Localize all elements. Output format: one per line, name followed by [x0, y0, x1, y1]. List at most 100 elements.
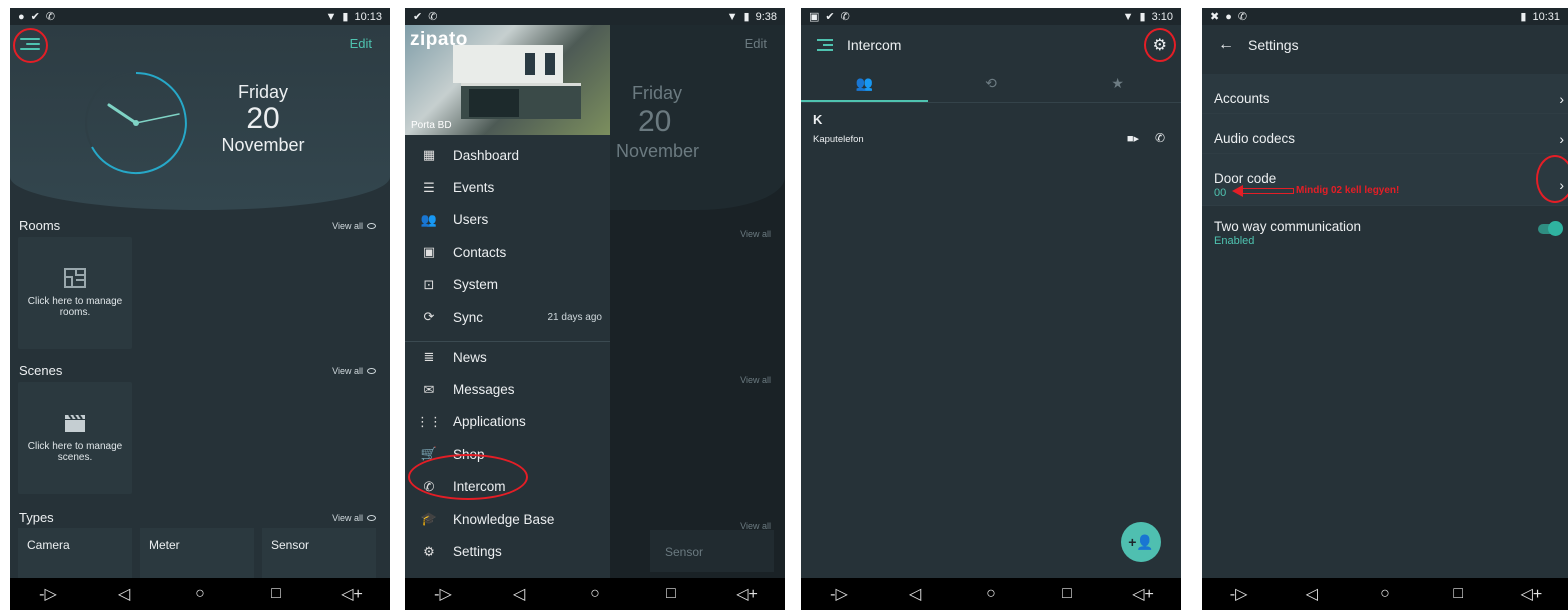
- menu-item-users[interactable]: 👥 Users: [405, 204, 610, 236]
- rooms-view-all[interactable]: View all: [332, 221, 376, 231]
- status-bar: ▣ ✔ ✆ ▼ ▮ 3:10: [801, 8, 1181, 25]
- tab-history[interactable]: ⟲: [928, 65, 1055, 102]
- volume-up-icon[interactable]: ◁+: [332, 584, 372, 604]
- rooms-card[interactable]: Click here to manage rooms.: [18, 237, 132, 349]
- home-icon[interactable]: ○: [575, 585, 615, 603]
- close-icon: ✖: [1210, 11, 1220, 23]
- menu-item-intercom[interactable]: ✆ Intercom: [405, 471, 610, 503]
- menu-item-dashboard[interactable]: ▦ Dashboard: [405, 139, 610, 171]
- settings-row-audio-codecs[interactable]: Audio codecs ›: [1202, 114, 1568, 154]
- ghost-weekday: Friday: [632, 83, 683, 103]
- menu-item-contacts[interactable]: ▣ Contacts: [405, 236, 610, 268]
- page-title: Settings: [1248, 37, 1299, 53]
- status-time: 10:31: [1532, 10, 1560, 23]
- wifi-icon: ▼: [726, 10, 738, 23]
- type-camera[interactable]: Camera: [18, 528, 132, 578]
- battery-icon: ▮: [1139, 11, 1146, 23]
- menu-item-events[interactable]: ☰ Events: [405, 171, 610, 203]
- recents-icon[interactable]: □: [256, 585, 296, 603]
- menu-item-messages[interactable]: ✉ Messages: [405, 373, 610, 405]
- navigation-drawer: zipato Porta BD ▦ Dashboard ☰ Events 👥 User…: [405, 25, 610, 578]
- menu-label: Dashboard: [453, 147, 520, 163]
- analog-clock: [85, 72, 187, 174]
- recents-icon[interactable]: □: [1047, 585, 1087, 603]
- volume-up-icon[interactable]: ◁+: [727, 584, 767, 604]
- menu-item-settings[interactable]: ⚙ Settings: [405, 535, 610, 567]
- settings-row-door-code[interactable]: Door code 00 ›: [1202, 154, 1568, 206]
- call-icon: ✆: [45, 11, 56, 23]
- menu-label: Settings: [453, 544, 502, 560]
- menu-label: Intercom: [453, 479, 506, 495]
- menu-label: Knowledge Base: [453, 511, 555, 527]
- contact-name[interactable]: Kaputelefon: [813, 134, 864, 145]
- back-icon[interactable]: ◁: [104, 584, 144, 604]
- status-time: 9:38: [755, 10, 777, 23]
- mail-icon: ✉: [423, 381, 435, 397]
- add-contact-button[interactable]: +👤: [1121, 522, 1161, 562]
- home-icon[interactable]: ○: [1365, 585, 1405, 603]
- menu-label: Messages: [453, 382, 515, 398]
- scenes-card-text: Click here to manage scenes.: [27, 441, 123, 463]
- settings-screen: ✖ ● ✆ ▮ 10:31 ← Settings Accounts › Audio c…: [1202, 8, 1568, 610]
- ghost-day: 20: [638, 105, 672, 138]
- cart-icon: 🛒: [420, 446, 438, 462]
- chevron-right-icon: ›: [1559, 131, 1564, 147]
- menu-item-knowledge-base[interactable]: 🎓 Knowledge Base: [405, 503, 610, 535]
- call-icon: ✆: [840, 11, 850, 23]
- gear-icon[interactable]: ⚙: [1153, 35, 1167, 55]
- volume-down-icon[interactable]: -▷: [423, 584, 463, 604]
- tab-contacts[interactable]: 👥: [801, 65, 928, 102]
- ghost-sensor: Sensor: [665, 545, 704, 559]
- recents-icon[interactable]: □: [1438, 585, 1478, 603]
- drawer-scrim[interactable]: Edit Friday 20 November View all View al…: [610, 25, 785, 578]
- menu-item-system[interactable]: ⊡ System: [405, 269, 610, 301]
- back-icon[interactable]: ◁: [499, 584, 539, 604]
- nav-bar: -▷ ◁ ○ □ ◁+: [1202, 578, 1568, 610]
- back-icon[interactable]: ◁: [895, 584, 935, 604]
- battery-icon: ▮: [342, 11, 349, 23]
- ghost-view-all: View all: [740, 375, 771, 385]
- video-call-icon[interactable]: ■▸: [1127, 132, 1139, 145]
- ghost-month: November: [616, 141, 700, 161]
- settings-row-accounts[interactable]: Accounts ›: [1202, 74, 1568, 114]
- system-icon: ⊡: [423, 276, 435, 292]
- menu-icon[interactable]: [817, 36, 833, 54]
- day-number: 20: [246, 102, 280, 135]
- weekday: Friday: [237, 82, 288, 102]
- home-icon[interactable]: ○: [971, 585, 1011, 603]
- battery-icon: ▮: [743, 11, 750, 23]
- volume-up-icon[interactable]: ◁+: [1123, 584, 1163, 604]
- back-arrow-icon[interactable]: ←: [1218, 36, 1234, 54]
- location-name: Porta BD: [411, 120, 452, 131]
- intercom-tabs: 👥 ⟲ ★: [801, 65, 1181, 103]
- settings-row-two-way[interactable]: Two way communication Enabled: [1202, 206, 1568, 258]
- menu-item-applications[interactable]: ⋮⋮ Applications: [405, 406, 610, 438]
- recents-icon[interactable]: □: [651, 585, 691, 603]
- menu-item-sync[interactable]: ⟳ Sync 21 days ago: [405, 301, 610, 333]
- contacts-icon: ▣: [422, 244, 436, 260]
- two-way-toggle[interactable]: [1538, 221, 1563, 236]
- floorplan-icon: [64, 268, 86, 288]
- tab-favorites[interactable]: ★: [1054, 65, 1181, 102]
- battery-icon: ▮: [1520, 11, 1527, 23]
- chevron-right-icon: ›: [1559, 177, 1564, 193]
- scenes-view-all[interactable]: View all: [332, 366, 376, 376]
- chevron-right-icon: ›: [1559, 91, 1564, 107]
- type-sensor[interactable]: Sensor: [262, 528, 376, 578]
- volume-down-icon[interactable]: -▷: [1219, 584, 1259, 604]
- scenes-card[interactable]: Click here to manage scenes.: [18, 382, 132, 494]
- edit-button[interactable]: Edit: [350, 36, 372, 51]
- types-view-all[interactable]: View all: [332, 513, 376, 523]
- status-bar: ✔ ✆ ▼ ▮ 9:38: [405, 8, 785, 25]
- type-meter[interactable]: Meter: [140, 528, 254, 578]
- volume-up-icon[interactable]: ◁+: [1511, 584, 1551, 604]
- volume-down-icon[interactable]: -▷: [819, 584, 859, 604]
- menu-icon[interactable]: [20, 35, 40, 53]
- phone-icon[interactable]: ✆: [1155, 131, 1165, 145]
- menu-item-shop[interactable]: 🛒 Shop: [405, 438, 610, 470]
- home-icon[interactable]: ○: [180, 585, 220, 603]
- menu-item-news[interactable]: ≣ News: [405, 341, 610, 373]
- annotation-text: Mindig 02 kell legyen!: [1296, 185, 1400, 196]
- volume-down-icon[interactable]: -▷: [28, 584, 68, 604]
- back-icon[interactable]: ◁: [1292, 584, 1332, 604]
